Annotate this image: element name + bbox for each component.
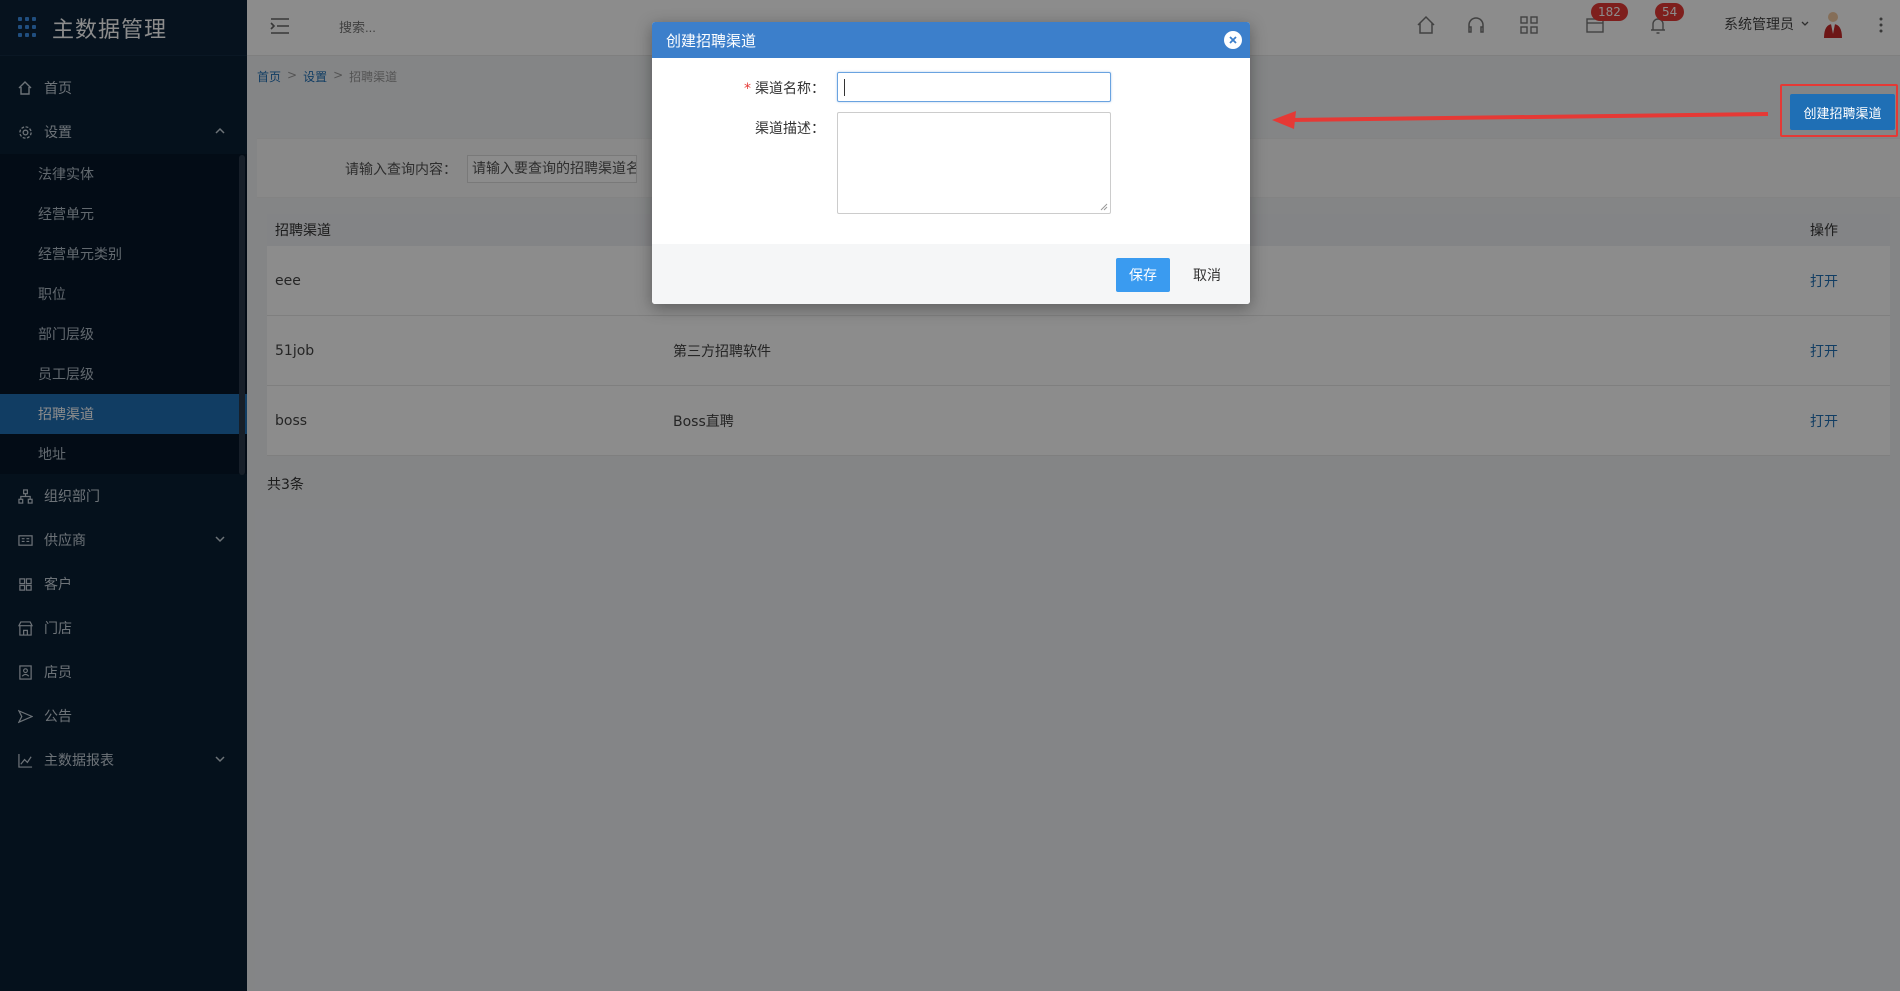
dialog-title: 创建招聘渠道 xyxy=(666,31,757,50)
channel-description-textarea[interactable] xyxy=(837,112,1111,214)
text-caret xyxy=(844,79,845,96)
channel-name-input[interactable] xyxy=(837,72,1111,102)
required-mark: * xyxy=(744,81,751,97)
create-channel-dialog: 创建招聘渠道 * 渠道名称： 渠道描述： 保存 取消 xyxy=(652,22,1250,304)
close-icon xyxy=(1229,36,1237,44)
annotation-arrow xyxy=(1272,111,1769,129)
dialog-header: 创建招聘渠道 xyxy=(652,22,1250,58)
save-button[interactable]: 保存 xyxy=(1116,258,1170,292)
channel-name-label: * 渠道名称： xyxy=(744,78,825,98)
annotation-highlight-box xyxy=(1780,84,1898,137)
channel-description-label: 渠道描述： xyxy=(755,121,825,137)
channel-name-label-text: 渠道名称： xyxy=(755,81,825,97)
dialog-body: * 渠道名称： 渠道描述： xyxy=(652,58,1250,244)
close-button[interactable] xyxy=(1224,31,1242,49)
dialog-footer: 保存 取消 xyxy=(652,244,1250,304)
resize-handle-icon[interactable] xyxy=(1100,203,1108,211)
cancel-button[interactable]: 取消 xyxy=(1180,258,1234,292)
